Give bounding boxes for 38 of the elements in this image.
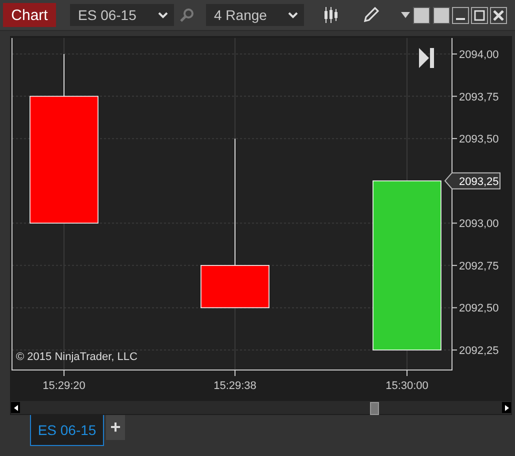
price-label: 2092,50 bbox=[459, 302, 499, 315]
time-label: 15:29:20 bbox=[42, 380, 86, 392]
maximize-icon bbox=[474, 10, 485, 20]
time-label: 15:29:38 bbox=[214, 380, 256, 392]
scrollbar-thumb[interactable] bbox=[370, 402, 379, 415]
right-arrow-icon bbox=[504, 404, 508, 410]
close-button[interactable] bbox=[490, 6, 507, 24]
candlestick-icon[interactable] bbox=[324, 7, 338, 23]
window-tile-icon[interactable] bbox=[413, 6, 430, 24]
chart-tab[interactable]: ES 06-15 bbox=[30, 415, 104, 446]
current-price-tag: 2093,25 bbox=[444, 172, 500, 190]
price-label: 2093,00 bbox=[459, 218, 499, 230]
minimize-icon bbox=[456, 18, 465, 20]
pencil-icon[interactable] bbox=[363, 7, 379, 23]
price-label: 2092,25 bbox=[459, 345, 499, 357]
caret-icon[interactable] bbox=[401, 12, 410, 18]
instrument-dropdown[interactable]: ES 06-15 bbox=[70, 4, 174, 26]
price-label: 2093,50 bbox=[459, 134, 499, 146]
search-icon[interactable] bbox=[180, 8, 194, 22]
add-tab-button[interactable]: + bbox=[106, 415, 125, 440]
interval-dropdown[interactable]: 4 Range bbox=[206, 4, 304, 26]
minimize-button[interactable] bbox=[452, 6, 469, 24]
chevron-icon bbox=[288, 12, 298, 18]
horizontal-scrollbar[interactable] bbox=[11, 401, 511, 414]
window-tile-icon[interactable] bbox=[433, 6, 450, 24]
copyright-text: © 2015 NinjaTrader, LLC bbox=[16, 351, 138, 363]
price-label: 2094,00 bbox=[459, 49, 499, 61]
chevron-icon bbox=[158, 12, 168, 18]
skip-to-end-icon[interactable] bbox=[419, 48, 434, 68]
price-label: 2093,75 bbox=[459, 91, 499, 104]
scroll-left-button[interactable] bbox=[11, 402, 20, 413]
maximize-button[interactable] bbox=[471, 6, 488, 24]
time-label: 15:30:00 bbox=[386, 380, 428, 392]
chart-title-button[interactable]: Chart bbox=[3, 3, 56, 27]
price-label: 2092,75 bbox=[459, 260, 499, 272]
scroll-right-button[interactable] bbox=[502, 402, 511, 413]
close-icon bbox=[493, 10, 504, 20]
left-arrow-icon bbox=[14, 404, 18, 410]
